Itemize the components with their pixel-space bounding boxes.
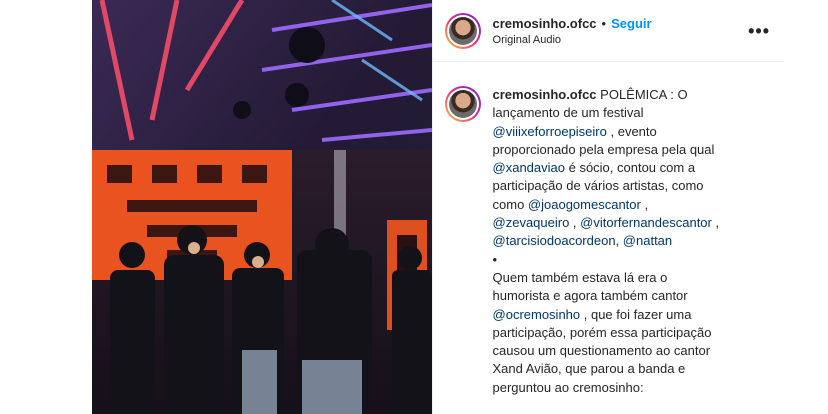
caption: cremosinho.ofcc POLÊMICA : O lançamento … <box>433 62 784 397</box>
post-header: cremosinho.ofcc • Seguir Original Audio … <box>432 0 784 62</box>
caption-segment: , <box>711 215 723 231</box>
video-frame <box>92 0 432 414</box>
mention-link[interactable]: @nattan <box>623 233 672 248</box>
post-video[interactable] <box>92 0 432 414</box>
mention-link[interactable]: @xandaviao <box>493 160 565 175</box>
caption-username[interactable]: cremosinho.ofcc <box>493 87 597 102</box>
caption-text: cremosinho.ofcc POLÊMICA : O lançamento … <box>493 86 725 397</box>
mention-link[interactable]: @viiixeforroepiseiro <box>493 124 607 139</box>
mention-link[interactable]: @ocremosinho <box>493 307 581 322</box>
more-options-icon[interactable]: ••• <box>748 22 770 40</box>
post-modal: cremosinho.ofcc • Seguir Original Audio … <box>92 0 784 414</box>
caption-segment: , <box>569 215 581 231</box>
caption-avatar[interactable] <box>444 86 481 122</box>
avatar[interactable] <box>444 12 481 49</box>
mention-link[interactable]: @joaogomescantor <box>528 197 641 212</box>
caption-segment: , <box>615 233 623 249</box>
mention-link[interactable]: @tarcisiodoacordeon <box>493 233 616 248</box>
caption-segment: , <box>640 196 652 212</box>
follow-button[interactable]: Seguir <box>611 16 651 31</box>
mention-link[interactable]: @zevaqueiro <box>493 215 570 230</box>
caption-segment: • Quem também estava lá era o humorista … <box>492 251 688 304</box>
separator-dot: • <box>601 15 607 31</box>
post-sidebar: cremosinho.ofcc • Seguir Original Audio … <box>431 0 784 414</box>
header-username[interactable]: cremosinho.ofcc <box>493 16 597 31</box>
audio-label[interactable]: Original Audio <box>493 34 749 46</box>
mention-link[interactable]: @vitorfernandescantor <box>580 215 712 230</box>
